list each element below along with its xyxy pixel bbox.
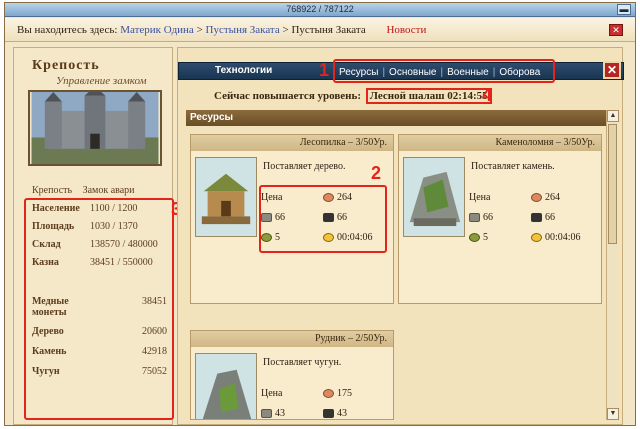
annotation-number-4: 4	[482, 85, 493, 105]
minimize-button[interactable]: ▬	[617, 4, 631, 15]
cost-grid: Цена 175 43 43	[261, 383, 389, 419]
stat-header: Крепость Замок авари	[32, 185, 143, 196]
food-icon	[531, 192, 542, 202]
breadcrumb-link-region[interactable]: Пустыня Заката	[206, 24, 280, 36]
coordinates-readout: 768922 / 787122	[286, 4, 354, 14]
technologies-header: Технологии Ресурсы | Основные | Военные | О…	[178, 59, 624, 83]
building-card-sawmill[interactable]: Лесопилка – 3/50Ур. Поставляет дерево. Ц…	[190, 134, 394, 304]
game-window: 768922 / 787122 ▬ Вы находитесь здесь: М…	[4, 2, 636, 426]
building-card-mine[interactable]: Рудник – 2/50Ур. Поставляет чугун. Цена …	[190, 330, 394, 420]
breadcrumb: Вы находитесь здесь: Материк Одина > Пус…	[5, 18, 635, 42]
cost-row: 43 43	[261, 403, 389, 419]
annotation-number-1: 1	[319, 60, 330, 80]
building-name: Каменоломня – 3/50Ур.	[399, 135, 601, 151]
breadcrumb-prefix: Вы находитесь здесь:	[17, 24, 118, 36]
stone-cost: 43	[275, 407, 285, 419]
food-icon	[323, 388, 334, 398]
iron-icon	[323, 408, 334, 418]
building-description: Поставляет дерево.	[263, 161, 346, 172]
breadcrumb-current: Пустыня Заката	[291, 24, 366, 36]
close-icon[interactable]: ✕	[609, 24, 623, 36]
sawmill-image	[195, 157, 257, 237]
food-cost: 264	[545, 191, 560, 203]
price-label: Цена	[469, 191, 491, 203]
mine-image	[195, 353, 257, 419]
upgrade-label: Сейчас повышается уровень:	[214, 90, 362, 102]
technologies-title: Технологии	[215, 65, 273, 76]
vertical-scrollbar[interactable]: ▲ ▼	[606, 110, 619, 420]
castle-image	[28, 90, 162, 166]
annotation-box-2	[259, 185, 387, 253]
technologies-panel: Технологии Ресурсы | Основные | Военные | О…	[177, 47, 624, 425]
stone-cost: 66	[483, 211, 493, 223]
window-title-bar: 768922 / 787122 ▬	[5, 3, 635, 17]
annotation-number-2: 2	[371, 163, 382, 183]
iron-cost: 66	[545, 211, 555, 223]
breadcrumb-separator: >	[282, 24, 289, 36]
wood-cost: 5	[483, 231, 488, 243]
annotation-box-3	[24, 198, 174, 420]
scroll-thumb[interactable]	[608, 124, 617, 244]
clock-icon	[531, 232, 542, 242]
quarry-image	[403, 157, 465, 237]
food-cost: 175	[337, 387, 352, 399]
scroll-up-icon[interactable]: ▲	[607, 110, 619, 122]
building-name: Рудник – 2/50Ур.	[191, 331, 393, 347]
scroll-down-icon[interactable]: ▼	[607, 408, 619, 420]
cost-row: 5 00:04:06	[469, 227, 597, 247]
breadcrumb-separator: >	[196, 24, 203, 36]
close-icon[interactable]: ✕	[603, 61, 621, 79]
building-description: Поставляет чугун.	[263, 357, 342, 368]
stat-header-fortress: Крепость	[32, 185, 73, 196]
fortress-panel: Крепость Управление замком Крепость Замо…	[13, 47, 174, 425]
panel-title: Крепость	[32, 58, 100, 73]
building-name: Лесопилка – 3/50Ур.	[191, 135, 393, 151]
cost-grid: Цена 264 66 66 5 00:04:06	[469, 187, 597, 247]
iron-cost: 43	[337, 407, 347, 419]
wood-icon	[469, 232, 480, 242]
iron-icon	[531, 212, 542, 222]
cost-row: 66 66	[469, 207, 597, 227]
cost-row: Цена 264	[469, 187, 597, 207]
panel-subtitle: Управление замком	[56, 75, 147, 87]
section-header: Ресурсы	[186, 110, 606, 126]
stone-icon	[261, 408, 272, 418]
cost-row: Цена 175	[261, 383, 389, 403]
build-time: 00:04:06	[545, 231, 581, 243]
building-card-quarry[interactable]: Каменоломня – 3/50Ур. Поставляет камень.…	[398, 134, 602, 304]
news-link[interactable]: Новости	[386, 24, 426, 36]
annotation-box-1	[333, 59, 555, 83]
breadcrumb-link-continent[interactable]: Материк Одина	[120, 24, 194, 36]
price-label: Цена	[261, 387, 283, 399]
upgrade-status: Сейчас повышается уровень: Лесной шалаш …	[214, 88, 492, 104]
stone-icon	[469, 212, 480, 222]
upgrade-target: Лесной шалаш 02:14:55	[365, 88, 492, 104]
building-description: Поставляет камень.	[471, 161, 555, 172]
stat-header-castle: Замок авари	[82, 185, 135, 196]
